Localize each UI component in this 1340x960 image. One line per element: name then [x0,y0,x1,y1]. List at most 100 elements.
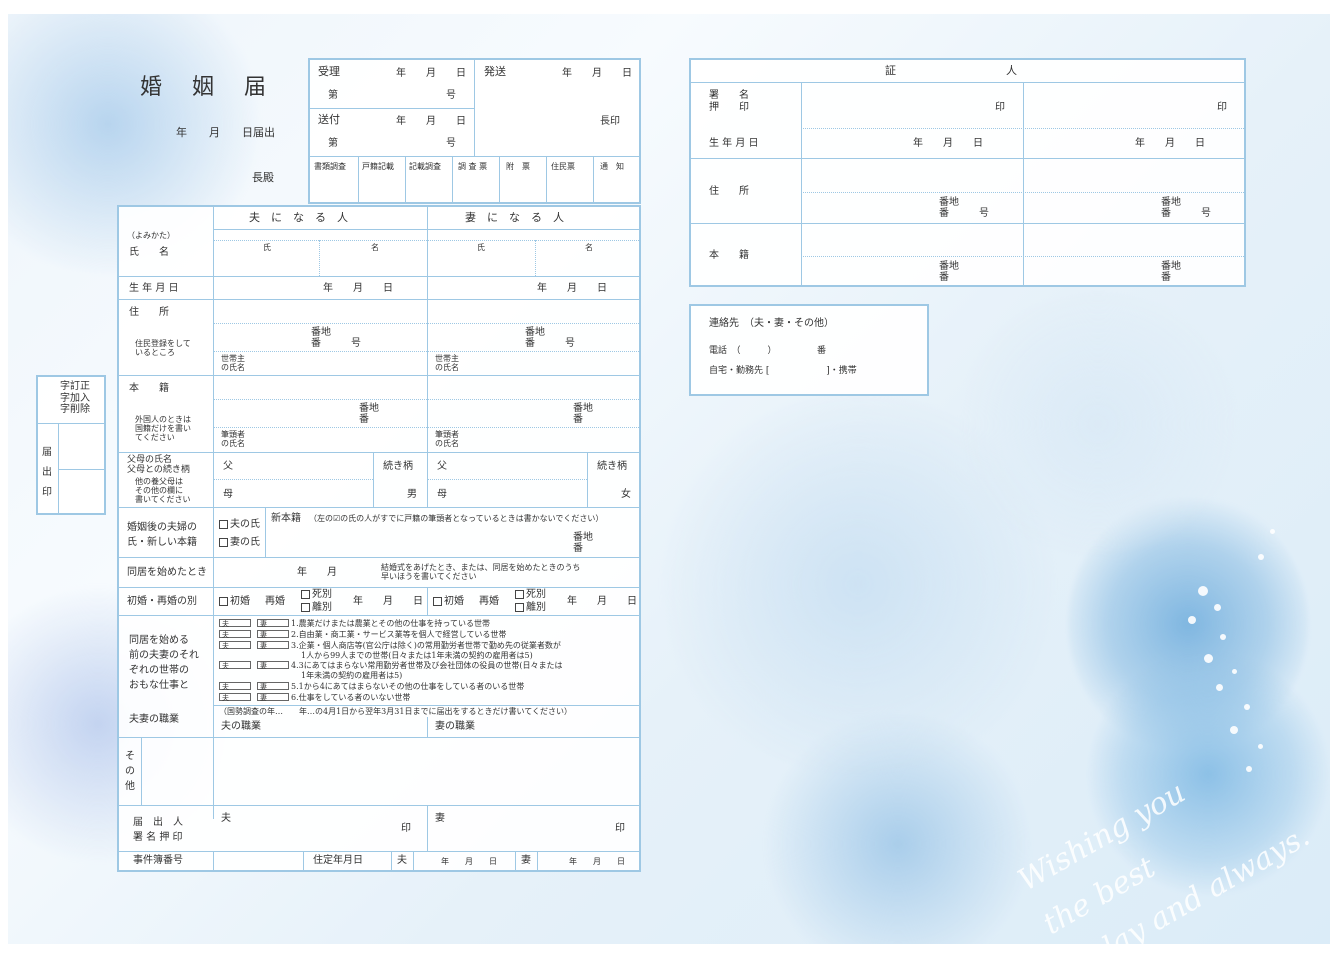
husband-death-checkbox[interactable] [301,590,310,599]
decor-dot [1270,529,1275,534]
wife-first-marriage[interactable]: 初婚 [433,596,464,608]
witness-2-birth[interactable]: 年 月 日 [1135,138,1205,150]
address-note: 住民登録をして いるところ [135,339,191,358]
residence-husband: 夫 [397,855,407,866]
work-item-3b: 1人から99人までの世帯(日々または1年未満の契約の雇用者は5) [301,651,533,660]
work-4-husband-tag[interactable]: 夫 [219,661,251,670]
wife-relation: 続き柄 [597,461,627,472]
husband-father[interactable]: 父 [223,461,233,473]
wife-family-name[interactable]: 氏 [477,243,485,252]
work-6-wife-tag[interactable]: 妻 [257,693,289,702]
husband-divorce-checkbox[interactable] [301,603,310,612]
husband-surname-option[interactable]: 夫の氏 [219,519,260,531]
decor-dot [1258,554,1264,560]
signer-wife-seal[interactable]: 印 [615,823,625,835]
wife-job[interactable]: 妻の職業 [435,721,475,733]
husband-remarriage[interactable]: 再婚 [265,596,285,608]
residence-husband-date[interactable]: 年 月 日 [441,857,497,866]
witness-2-seal[interactable]: 印 [1217,102,1227,114]
residence-wife-date[interactable]: 年 月 日 [569,857,625,866]
wife-first-checkbox[interactable] [433,597,442,606]
check-6: 住民票 [551,162,575,171]
work-5-wife-tag[interactable]: 妻 [257,682,289,691]
husband-birth[interactable]: 年 月 日 [323,283,393,295]
sent-label: 発送 [484,65,506,78]
decor-dot [1232,669,1237,674]
wife-birth[interactable]: 年 月 日 [537,283,607,295]
signer-label: 届 出 人 署 名 押 印 [133,817,183,843]
wife-divorce-option[interactable]: 離別 [515,602,546,614]
husband-given-name[interactable]: 名 [371,243,379,252]
contact-phone[interactable]: 電話 （ ） 番 [709,346,826,356]
wife-death-option[interactable]: 死別 [515,589,546,601]
work-2-husband-tag[interactable]: 夫 [219,630,251,639]
husband-header: 夫 に な る 人 [249,211,348,224]
witness-1-seal[interactable]: 印 [995,102,1005,114]
decor-dot [1244,704,1250,710]
work-1-husband-tag[interactable]: 夫 [219,619,251,628]
wife-divorce-checkbox[interactable] [515,603,524,612]
husband-mother[interactable]: 母 [223,489,233,501]
wife-mother[interactable]: 母 [437,489,447,501]
work-1-wife-tag[interactable]: 妻 [257,619,289,628]
witness-box: 証 人 署 名 押 印 印 印 生 年 月 日 年 月 日 年 月 日 住 所 … [689,58,1246,287]
wife-death-text: 死別 [526,589,546,600]
wife-death-checkbox[interactable] [515,590,524,599]
new-honseki-banchi: 番地 [573,532,593,543]
husband-divorce-text: 離別 [312,602,332,613]
decor-dot [1214,604,1221,611]
cohabit-date[interactable]: 年 月 [297,567,337,579]
honseki-label: 本 籍 [129,383,169,394]
witness-1-banchi: 番地 [939,197,959,208]
wife-first-text: 初婚 [444,596,464,607]
correction-box: 字訂正 字加入 字削除 届 出 印 [36,375,106,515]
work-3-wife-tag[interactable]: 妻 [257,641,289,650]
husband-death-option[interactable]: 死別 [301,589,332,601]
check-7: 通 知 [600,162,624,171]
wife-divorce-text: 離別 [526,602,546,613]
occupation-label: 夫妻の職業 [129,714,179,725]
husband-ban-go: 番 号 [311,338,361,349]
received-date[interactable]: 年 月 日 [396,68,466,80]
correction-label: 字訂正 字加入 字削除 [60,381,90,415]
witness-1-birth[interactable]: 年 月 日 [913,138,983,150]
witness-address-label: 住 所 [709,186,749,197]
signer-husband-seal[interactable]: 印 [401,823,411,835]
husband-first-marriage[interactable]: 初婚 [219,596,250,608]
wife-father[interactable]: 父 [437,461,447,473]
contact-where[interactable]: 自宅・勤務先 [ ]・携帯 [709,366,857,376]
wife-given-name[interactable]: 名 [585,243,593,252]
check-1: 書類調査 [314,162,346,171]
husband-family-name[interactable]: 氏 [263,243,271,252]
check-5: 附 票 [506,162,530,171]
forwarded-label: 送付 [318,113,340,126]
work-5-husband-tag[interactable]: 夫 [219,682,251,691]
decor-dot [1220,634,1226,640]
husband-divorce-option[interactable]: 離別 [301,602,332,614]
name-label: 氏 名 [129,247,169,258]
work-2-wife-tag[interactable]: 妻 [257,630,289,639]
forwarded-date[interactable]: 年 月 日 [396,116,466,128]
husband-banchi: 番地 [311,327,331,338]
decor-dot [1204,654,1213,663]
decor-dot [1198,586,1208,596]
husband-first-checkbox[interactable] [219,597,228,606]
marriage-type-label: 初婚・再婚の別 [127,596,197,607]
work-3-husband-tag[interactable]: 夫 [219,641,251,650]
husband-job[interactable]: 夫の職業 [221,721,261,733]
husband-surname-checkbox[interactable] [219,520,228,529]
decor-script: Wishing you the best today and always. [1012,774,1316,944]
wife-surname-option[interactable]: 妻の氏 [219,537,260,549]
work-item-5: 5.1から4にあてはまらないその他の仕事をしている者のいる世帯 [291,682,525,691]
check-3: 記載調査 [409,162,441,171]
wife-relation-female: 女 [621,489,631,500]
new-honseki-ban: 番 [573,543,583,554]
husband-remarriage-date[interactable]: 年 月 日 [353,596,423,608]
work-4-wife-tag[interactable]: 妻 [257,661,289,670]
work-6-husband-tag[interactable]: 夫 [219,693,251,702]
wife-surname-checkbox[interactable] [219,538,228,547]
sent-date[interactable]: 年 月 日 [562,68,632,80]
wife-remarriage-date[interactable]: 年 月 日 [567,596,637,608]
witness-1-honseki-ban: 番 [939,272,949,283]
wife-remarriage[interactable]: 再婚 [479,596,499,608]
